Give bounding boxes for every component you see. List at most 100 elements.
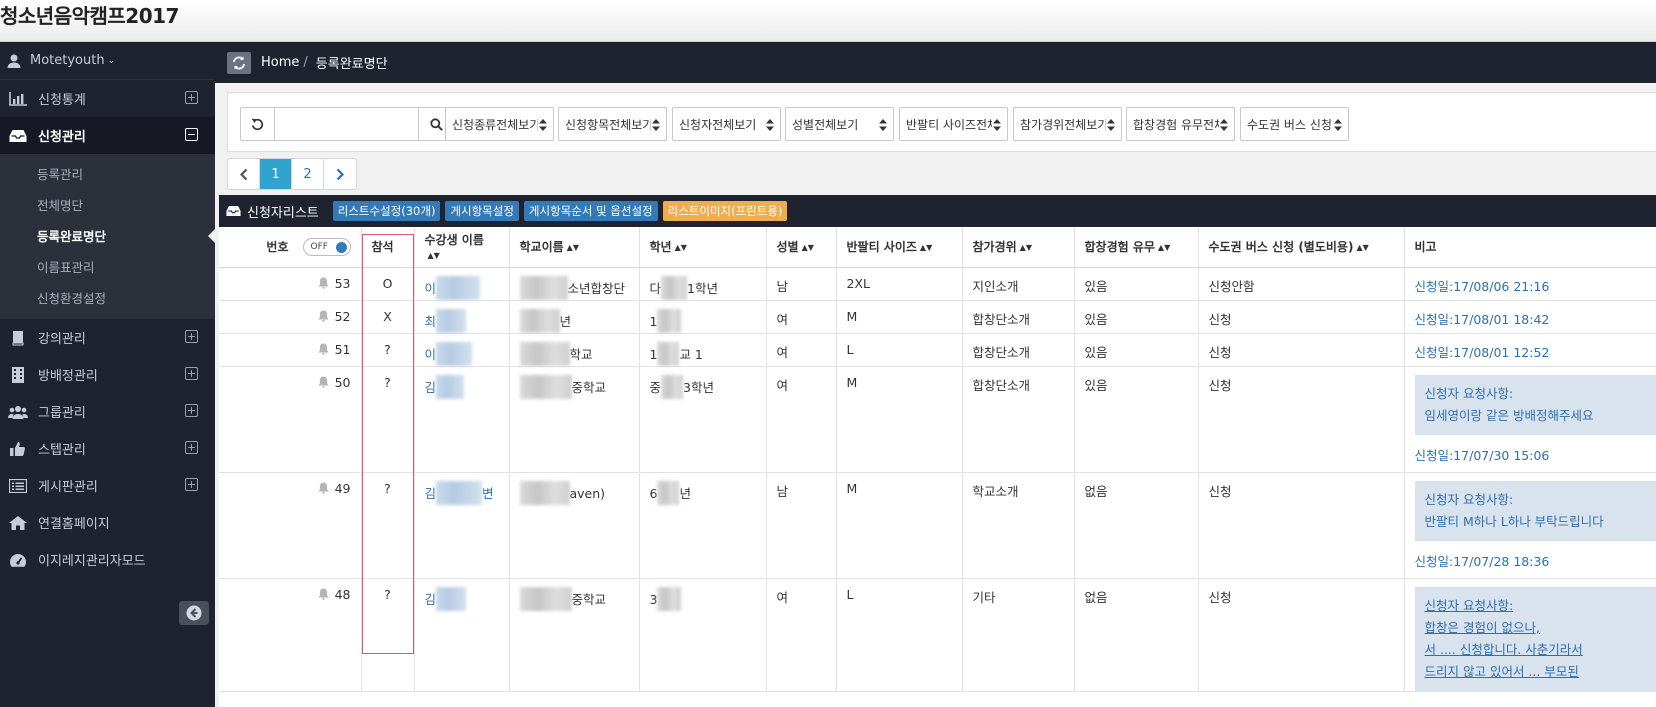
sidebar-collapse-button[interactable] xyxy=(179,601,209,625)
sort-icon[interactable]: ▲▼ xyxy=(567,243,579,252)
cell-name[interactable]: 이 xyxy=(414,267,510,301)
application-date[interactable]: 신청일:17/07/30 15:06 xyxy=(1415,448,1550,463)
column-header-bus[interactable]: 수도권 버스 신청 (별도비용) ▲▼ xyxy=(1198,227,1405,268)
breadcrumb-current: 등록완료명단 xyxy=(315,57,388,72)
reset-search-button[interactable] xyxy=(241,108,275,140)
application-date[interactable]: 신청일:17/07/28 18:36 xyxy=(1415,554,1550,569)
sidebar-item-homepage[interactable]: 연결홈페이지 xyxy=(0,504,215,541)
list-count-button[interactable]: 리스트수설정(30개) xyxy=(332,201,441,221)
bell-icon[interactable] xyxy=(318,277,329,289)
pagination: 1 2 xyxy=(227,158,357,190)
sidebar-item-label: 게시판관리 xyxy=(38,480,98,495)
cell-name[interactable]: 김 xyxy=(414,366,510,473)
cell-tshirt-size: 2XL xyxy=(836,267,963,301)
column-header-route[interactable]: 참가경위 ▲▼ xyxy=(962,227,1075,268)
expand-icon[interactable] xyxy=(185,478,198,491)
cell-name[interactable]: 이 xyxy=(414,333,510,367)
bell-icon[interactable] xyxy=(318,310,329,322)
column-header-gender[interactable]: 성별 ▲▼ xyxy=(766,227,837,268)
sidebar-item-lectures[interactable]: 강의관리 xyxy=(0,319,215,356)
column-order-button[interactable]: 게시항목순서 및 옵션설정 xyxy=(523,201,658,221)
sort-icon[interactable]: ▲▼ xyxy=(428,251,440,260)
column-header-grade[interactable]: 학년 ▲▼ xyxy=(639,227,767,268)
filter-select-tshirt-size[interactable]: 반팔티 사이즈전체 xyxy=(899,107,1008,141)
sort-icon[interactable]: ▲▼ xyxy=(1020,243,1032,252)
cell-school: 중학교 xyxy=(509,578,640,692)
submenu-item-settings[interactable]: 신청환경설정 xyxy=(0,282,215,313)
collapse-icon[interactable] xyxy=(185,128,198,141)
submenu-item-registration[interactable]: 등록관리 xyxy=(0,158,215,189)
search-input[interactable] xyxy=(275,108,418,140)
filter-select-choir-experience[interactable]: 합창경험 유무전체 xyxy=(1126,107,1235,141)
cell-attendance[interactable]: ? xyxy=(361,472,415,579)
bell-icon[interactable] xyxy=(318,482,329,494)
bell-icon[interactable] xyxy=(318,343,329,355)
number-toggle[interactable]: OFF xyxy=(302,238,351,256)
sidebar-item-admin-mode[interactable]: 이지레지관리자모드 xyxy=(0,541,215,578)
page-1-button[interactable]: 1 xyxy=(260,159,292,189)
sort-icon[interactable]: ▲▼ xyxy=(675,243,687,252)
sidebar-item-applications[interactable]: 신청관리 xyxy=(0,117,215,154)
next-page-button[interactable] xyxy=(324,159,356,189)
cell-name[interactable]: 김변 xyxy=(414,472,510,579)
submenu-item-full-list[interactable]: 전체명단 xyxy=(0,189,215,220)
sidebar-item-stats[interactable]: 신청통계 xyxy=(0,80,215,117)
select-value: 참가경위전체보기 xyxy=(1020,117,1106,132)
submenu-item-name-tags[interactable]: 이름표관리 xyxy=(0,251,215,282)
cell-gender: 여 xyxy=(766,578,837,692)
refresh-button[interactable] xyxy=(227,51,251,74)
filter-select-route[interactable]: 참가경위전체보기 xyxy=(1013,107,1122,141)
filter-select-application-type[interactable]: 신청종류전체보기 xyxy=(445,107,554,141)
building-icon xyxy=(8,366,28,383)
filter-select-application-item[interactable]: 신청항목전체보기 xyxy=(558,107,667,141)
sidebar-item-groups[interactable]: 그룹관리 xyxy=(0,393,215,430)
filter-select-applicant[interactable]: 신청자전체보기 xyxy=(672,107,781,141)
sort-icon[interactable]: ▲▼ xyxy=(1158,243,1170,252)
column-header-school[interactable]: 학교이름 ▲▼ xyxy=(509,227,640,268)
breadcrumb-home-link[interactable]: Home xyxy=(261,55,299,70)
submenu-item-completed-list[interactable]: 등록완료명단 xyxy=(0,220,215,251)
cell-note: 신청자 요청사항: 반팔티 M하나 L하나 부탁드립니다 신청일:17/07/28… xyxy=(1404,472,1656,579)
expand-icon[interactable] xyxy=(185,91,198,104)
column-header-tshirt-size[interactable]: 반팔티 사이즈 ▲▼ xyxy=(836,227,963,268)
expand-icon[interactable] xyxy=(185,367,198,380)
expand-icon[interactable] xyxy=(185,330,198,343)
home-icon xyxy=(8,515,28,531)
sidebar-item-staff[interactable]: 스텝관리 xyxy=(0,430,215,467)
cell-name[interactable]: 최 xyxy=(414,300,510,334)
sort-icon[interactable]: ▲▼ xyxy=(802,243,814,252)
application-date[interactable]: 신청일:17/08/01 12:52 xyxy=(1415,345,1550,360)
select-value: 신청자전체보기 xyxy=(679,117,757,132)
cell-note: 신청일:17/08/01 18:42 xyxy=(1404,300,1656,334)
sidebar-item-label: 신청통계 xyxy=(38,93,86,108)
page-2-button[interactable]: 2 xyxy=(292,159,324,189)
cell-attendance[interactable]: X xyxy=(361,300,415,334)
table-header-row: 번호 OFF 참석 수강생 이름▲▼ 학교이름 ▲▼ 학년 ▲▼ 성별 ▲▼ 반팔티 사… xyxy=(219,227,1656,268)
filter-select-bus[interactable]: 수도권 버스 신청 xyxy=(1240,107,1349,141)
main-content: 신청종류전체보기 신청항목전체보기 신청자전체보기 성별전체보기 반팔티 사이즈… xyxy=(215,83,1656,707)
column-settings-button[interactable]: 게시항목설정 xyxy=(445,201,519,221)
expand-icon[interactable] xyxy=(185,441,198,454)
bell-icon[interactable] xyxy=(318,376,329,388)
cell-attendance[interactable]: O xyxy=(361,267,415,301)
column-header-name[interactable]: 수강생 이름▲▼ xyxy=(414,227,510,268)
application-date[interactable]: 신청일:17/08/01 18:42 xyxy=(1415,312,1550,327)
sort-icon[interactable]: ▲▼ xyxy=(1356,243,1368,252)
print-image-button[interactable]: 리스트이미지(프린트용) xyxy=(662,201,788,221)
prev-page-button[interactable] xyxy=(228,159,260,189)
application-date[interactable]: 신청일:17/08/06 21:16 xyxy=(1415,279,1550,294)
bell-icon[interactable] xyxy=(318,588,329,600)
sidebar-item-boards[interactable]: 게시판관리 xyxy=(0,467,215,504)
cell-name[interactable]: 김 xyxy=(414,578,510,692)
sort-icon[interactable]: ▲▼ xyxy=(920,243,932,252)
filter-select-gender[interactable]: 성별전체보기 xyxy=(785,107,894,141)
cell-attendance[interactable]: ? xyxy=(361,578,415,692)
cell-bus: 신청 xyxy=(1198,366,1405,473)
cell-number: 52 xyxy=(219,300,362,334)
column-header-choir-experience[interactable]: 합창경험 유무 ▲▼ xyxy=(1074,227,1199,268)
expand-icon[interactable] xyxy=(185,404,198,417)
cell-attendance[interactable]: ? xyxy=(361,366,415,473)
cell-attendance[interactable]: ? xyxy=(361,333,415,367)
sidebar-item-rooms[interactable]: 방배정관리 xyxy=(0,356,215,393)
user-menu[interactable]: Motetyouth ⌄ xyxy=(0,42,215,80)
